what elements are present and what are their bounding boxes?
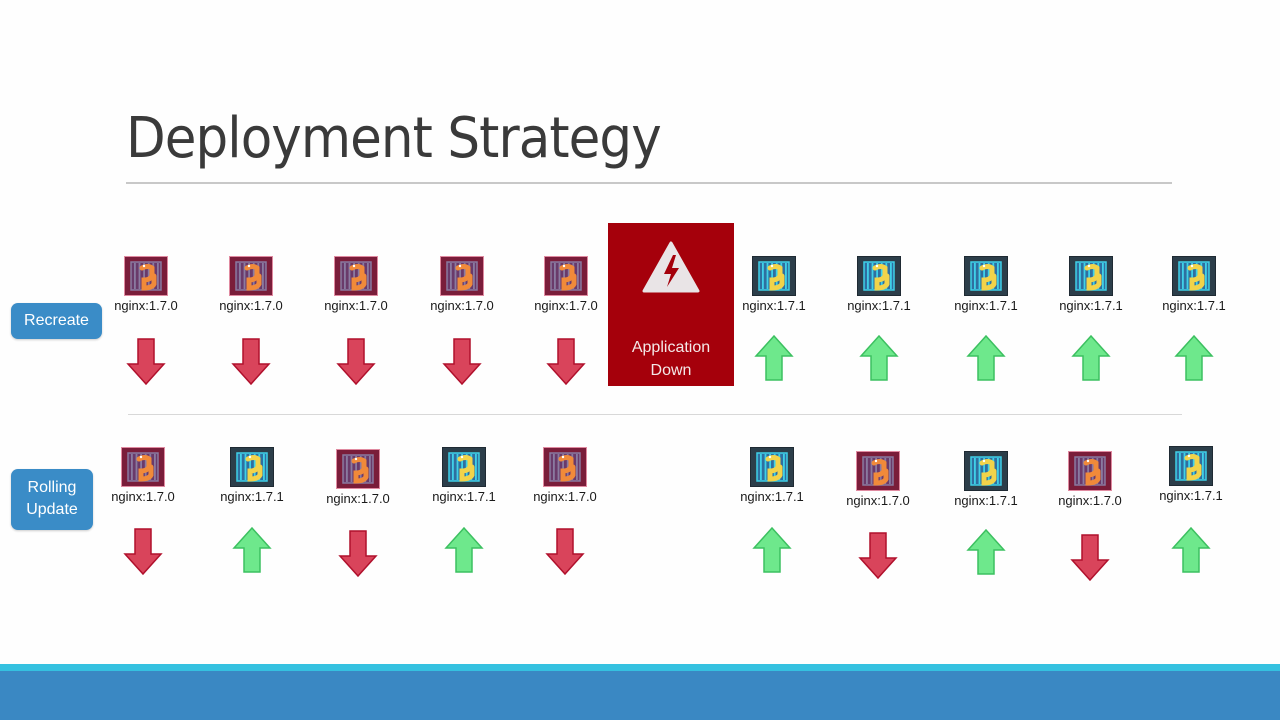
nginx-container-icon	[121, 447, 165, 487]
arrow-up-icon	[444, 526, 484, 574]
arrow-down-icon	[546, 338, 586, 386]
pod-image-label: nginx:1.7.1	[1059, 298, 1123, 313]
pod-image-label: nginx:1.7.0	[326, 491, 390, 506]
arrow-up-icon	[1174, 334, 1214, 382]
pod-image-label: nginx:1.7.0	[219, 298, 283, 313]
app-down-line2: Down	[650, 362, 692, 379]
slide-title: Deployment Strategy	[126, 106, 662, 171]
title-divider	[126, 182, 1172, 184]
pod-old-version: nginx:1.7.0	[412, 256, 512, 313]
rolling-label-line1: Rolling	[27, 479, 77, 496]
pod-new-version: nginx:1.7.1	[829, 256, 929, 313]
arrow-down-icon	[231, 338, 271, 386]
nginx-container-icon	[1172, 256, 1216, 296]
pod-image-label: nginx:1.7.1	[954, 298, 1018, 313]
pod-image-label: nginx:1.7.0	[324, 298, 388, 313]
arrow-up-icon	[232, 526, 272, 574]
pod-old-version: nginx:1.7.0	[515, 447, 615, 504]
arrow-up-icon	[1071, 334, 1111, 382]
app-down-line1: Application	[631, 339, 711, 356]
pod-old-version: nginx:1.7.0	[306, 256, 406, 313]
arrow-down-icon	[126, 338, 166, 386]
pod-new-version: nginx:1.7.1	[414, 447, 514, 504]
nginx-container-icon	[1068, 451, 1112, 491]
arrow-down-icon	[1070, 534, 1110, 582]
pod-new-version: nginx:1.7.1	[724, 256, 824, 313]
pod-image-label: nginx:1.7.0	[111, 489, 175, 504]
footer-bar	[0, 671, 1280, 720]
pod-new-version: nginx:1.7.1	[936, 451, 1036, 508]
pod-new-version: nginx:1.7.1	[1144, 256, 1244, 313]
pod-image-label: nginx:1.7.1	[220, 489, 284, 504]
pod-image-label: nginx:1.7.0	[1058, 493, 1122, 508]
pod-image-label: nginx:1.7.1	[740, 489, 804, 504]
arrow-up-icon	[966, 528, 1006, 576]
nginx-container-icon	[1069, 256, 1113, 296]
pod-new-version: nginx:1.7.1	[202, 447, 302, 504]
nginx-container-icon	[230, 447, 274, 487]
pod-old-version: nginx:1.7.0	[1040, 451, 1140, 508]
application-down-box: Application Down	[608, 223, 734, 386]
nginx-container-icon	[1169, 446, 1213, 486]
nginx-container-icon	[857, 256, 901, 296]
arrow-down-icon	[123, 528, 163, 576]
pod-image-label: nginx:1.7.1	[432, 489, 496, 504]
pod-image-label: nginx:1.7.0	[846, 493, 910, 508]
pod-image-label: nginx:1.7.1	[1159, 488, 1223, 503]
nginx-container-icon	[336, 449, 380, 489]
nginx-container-icon	[544, 256, 588, 296]
pod-image-label: nginx:1.7.1	[1162, 298, 1226, 313]
pod-old-version: nginx:1.7.0	[516, 256, 616, 313]
section-divider	[128, 414, 1182, 415]
arrow-down-icon	[442, 338, 482, 386]
pod-image-label: nginx:1.7.1	[742, 298, 806, 313]
pod-image-label: nginx:1.7.0	[114, 298, 178, 313]
nginx-container-icon	[856, 451, 900, 491]
nginx-container-icon	[229, 256, 273, 296]
arrow-down-icon	[338, 530, 378, 578]
nginx-container-icon	[440, 256, 484, 296]
pod-old-version: nginx:1.7.0	[828, 451, 928, 508]
pod-new-version: nginx:1.7.1	[936, 256, 1036, 313]
warning-lightning-icon	[608, 241, 734, 298]
recreate-label: Recreate	[11, 303, 102, 339]
arrow-up-icon	[1171, 526, 1211, 574]
pod-image-label: nginx:1.7.0	[430, 298, 494, 313]
pod-image-label: nginx:1.7.1	[954, 493, 1018, 508]
nginx-container-icon	[964, 256, 1008, 296]
pod-new-version: nginx:1.7.1	[722, 447, 822, 504]
arrow-down-icon	[336, 338, 376, 386]
rolling-update-label: Rolling Update	[11, 469, 93, 530]
pod-new-version: nginx:1.7.1	[1141, 446, 1241, 503]
arrow-up-icon	[752, 526, 792, 574]
pod-old-version: nginx:1.7.0	[308, 449, 408, 506]
pod-old-version: nginx:1.7.0	[93, 447, 193, 504]
rolling-label-line2: Update	[26, 501, 78, 518]
nginx-container-icon	[124, 256, 168, 296]
nginx-container-icon	[442, 447, 486, 487]
pod-old-version: nginx:1.7.0	[96, 256, 196, 313]
footer-accent-stripe	[0, 664, 1280, 671]
nginx-container-icon	[543, 447, 587, 487]
nginx-container-icon	[334, 256, 378, 296]
nginx-container-icon	[750, 447, 794, 487]
pod-old-version: nginx:1.7.0	[201, 256, 301, 313]
arrow-down-icon	[545, 528, 585, 576]
nginx-container-icon	[752, 256, 796, 296]
arrow-up-icon	[966, 334, 1006, 382]
pod-image-label: nginx:1.7.1	[847, 298, 911, 313]
arrow-down-icon	[858, 532, 898, 580]
arrow-up-icon	[754, 334, 794, 382]
nginx-container-icon	[964, 451, 1008, 491]
arrow-up-icon	[859, 334, 899, 382]
pod-image-label: nginx:1.7.0	[533, 489, 597, 504]
pod-image-label: nginx:1.7.0	[534, 298, 598, 313]
pod-new-version: nginx:1.7.1	[1041, 256, 1141, 313]
